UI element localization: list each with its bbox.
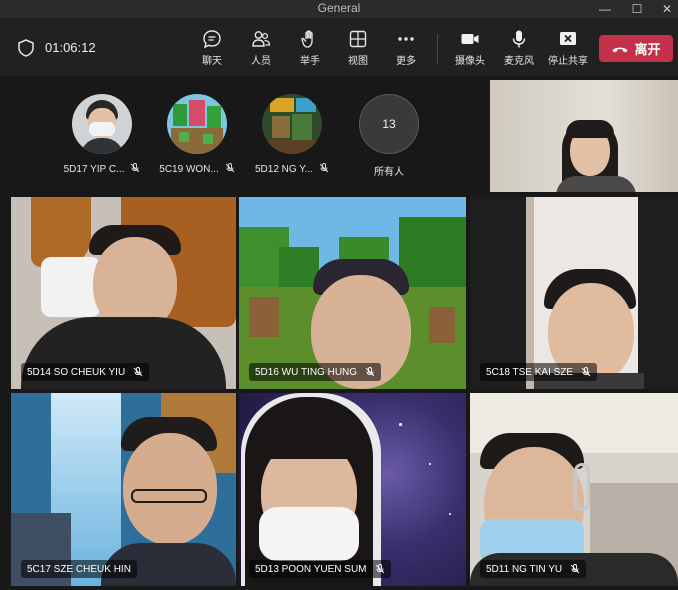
view-label: 视图	[348, 56, 368, 67]
video-tile[interactable]: 5D14 SO CHEUK YIU	[11, 197, 236, 389]
stop-sharing-button[interactable]: 停止共享	[546, 29, 590, 67]
mic-off-icon	[133, 367, 143, 377]
raise-hand-icon	[301, 30, 313, 48]
microphone-button[interactable]: 麦克风	[497, 29, 541, 67]
stop-share-icon	[560, 32, 576, 45]
more-icon	[398, 37, 414, 41]
people-button[interactable]: 人员	[239, 29, 283, 67]
hang-up-icon	[612, 47, 629, 52]
meeting-toolbar: 01:06:12 聊天 人员 举手 视图 更多 摄像头 麦克风 停止共享 离开	[0, 18, 678, 76]
leave-label: 离开	[634, 42, 661, 57]
mic-off-icon	[365, 367, 375, 377]
video-tile[interactable]: 5C17 SZE CHEUK HIN	[11, 393, 236, 586]
leave-button[interactable]: 离开	[599, 35, 673, 62]
participant-label: 5D13 POON YUEN SUM	[249, 560, 391, 578]
mic-off-icon	[131, 163, 140, 173]
avatar	[167, 94, 227, 154]
participant-label: 5D14 SO CHEUK YIU	[21, 363, 150, 381]
people-label: 人员	[251, 56, 271, 67]
raise-hand-button[interactable]: 举手	[288, 29, 332, 67]
microphone-icon	[512, 30, 526, 48]
mic-off-icon	[375, 564, 384, 574]
microphone-label: 麦克风	[504, 56, 534, 67]
close-window-button[interactable]: ✕	[652, 0, 678, 18]
view-button[interactable]: 视图	[336, 29, 380, 67]
more-label: 更多	[396, 56, 416, 67]
stop-sharing-label: 停止共享	[548, 56, 588, 67]
raise-hand-label: 举手	[300, 56, 320, 67]
title-bar: General — ☐ ✕	[0, 0, 678, 18]
participant-avatar-2[interactable]: 5C19 WON...	[152, 94, 242, 175]
minimize-button[interactable]: —	[590, 0, 620, 18]
meeting-timer: 01:06:12	[45, 40, 96, 55]
participant-avatar-1[interactable]: 5D17 YIP C...	[57, 94, 147, 175]
participant-name: 5D17 YIP C...	[57, 163, 147, 175]
chat-button[interactable]: 聊天	[190, 29, 234, 67]
people-icon	[252, 31, 271, 47]
participant-count: 13	[359, 94, 419, 154]
video-tile[interactable]: 5C18 TSE KAI SZE	[470, 197, 678, 389]
participant-label: 5C18 TSE KAI SZE	[480, 363, 598, 381]
participant-avatar-3[interactable]: 5D12 NG Y...	[247, 94, 337, 175]
participant-label: 5D11 NG TIN YU	[480, 560, 587, 578]
all-participants-button[interactable]: 13 所有人	[344, 94, 434, 178]
toolbar-divider	[437, 34, 438, 64]
video-tile[interactable]: 5D13 POON YUEN SUM	[239, 393, 466, 586]
camera-icon	[461, 34, 479, 44]
participant-label: 5D16 WU TING HUNG	[249, 363, 382, 381]
chat-icon	[203, 30, 221, 49]
avatar	[262, 94, 322, 154]
participant-name: 5C19 WON...	[152, 163, 242, 175]
all-participants-label: 所有人	[374, 167, 404, 178]
window-title: General	[317, 1, 361, 15]
mic-off-icon	[319, 163, 329, 173]
video-tile[interactable]: 5D11 NG TIN YU	[470, 393, 678, 586]
shield-icon	[18, 39, 34, 57]
chat-label: 聊天	[202, 56, 222, 67]
self-view-video[interactable]	[490, 80, 678, 192]
mic-off-icon	[570, 564, 580, 574]
more-button[interactable]: 更多	[384, 29, 428, 67]
participant-label: 5C17 SZE CHEUK HIN	[21, 560, 137, 578]
mic-off-icon	[581, 367, 591, 377]
camera-label: 摄像头	[455, 56, 485, 67]
camera-button[interactable]: 摄像头	[448, 29, 492, 67]
mic-off-icon	[225, 163, 235, 173]
avatar	[72, 94, 132, 154]
video-tile[interactable]: 5D16 WU TING HUNG	[239, 197, 466, 389]
maximize-button[interactable]: ☐	[622, 0, 652, 18]
grid-view-icon	[349, 30, 367, 48]
participant-name: 5D12 NG Y...	[247, 163, 337, 175]
